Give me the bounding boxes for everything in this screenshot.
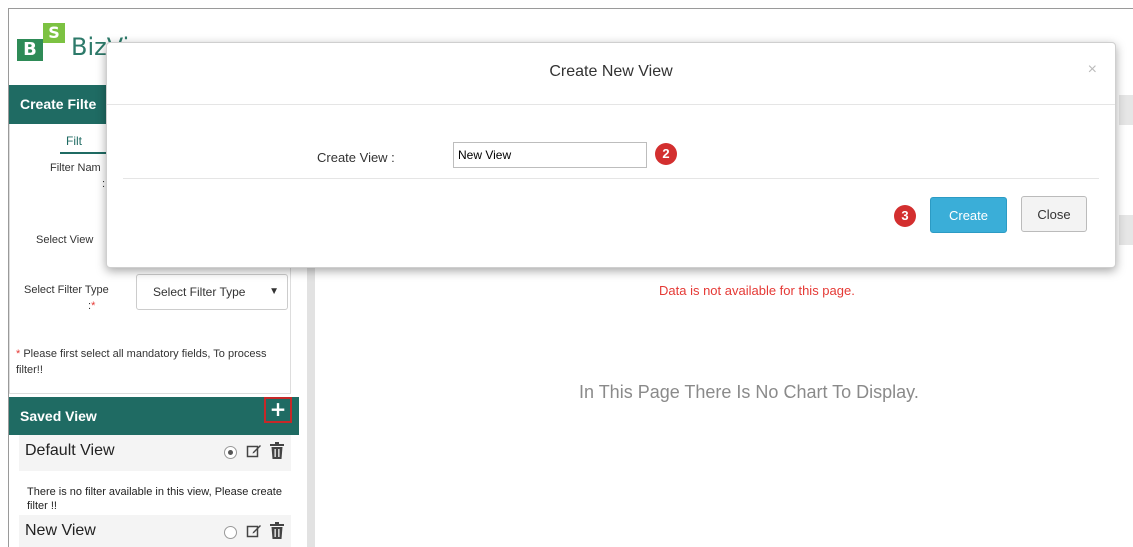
close-button[interactable]: Close — [1021, 196, 1087, 232]
toolbar-strip — [1119, 95, 1133, 125]
toolbar-strip — [1119, 215, 1133, 245]
no-chart-message: In This Page There Is No Chart To Displa… — [579, 382, 919, 402]
step-badge-2: 2 — [655, 143, 677, 165]
filter-type-select-value: Select Filter Type — [153, 285, 246, 299]
required-mark: * — [16, 348, 21, 360]
view-name-input[interactable] — [453, 142, 647, 168]
create-view-label: Create View : — [317, 150, 395, 165]
filter-type-select[interactable]: Select Filter Type ▼ — [136, 274, 288, 310]
data-unavailable-message: Data is not available for this page. — [659, 283, 855, 298]
add-view-button[interactable]: + — [264, 397, 292, 423]
logo-s-mark: S — [43, 23, 65, 43]
select-filter-type-label: Select Filter Type — [24, 284, 109, 296]
filter-name-label: Filter Nam — [50, 162, 101, 174]
mandatory-note-text: Please first select all mandatory fields… — [16, 348, 267, 376]
saved-view-row[interactable]: Default View — [19, 435, 291, 471]
radio-selected[interactable] — [224, 446, 237, 459]
create-view-modal: Create New View × Create View : 2 3 Crea… — [106, 42, 1116, 268]
edit-icon[interactable] — [246, 523, 262, 543]
step-badge-3: 3 — [894, 205, 916, 227]
filter-name-colon: : — [102, 178, 106, 190]
trash-icon[interactable] — [270, 442, 284, 463]
close-icon[interactable]: × — [1088, 61, 1097, 79]
select-filter-type-colon: :* — [88, 300, 95, 312]
view-name: New View — [25, 522, 96, 539]
view-name: Default View — [25, 442, 115, 459]
modal-divider — [123, 178, 1099, 179]
trash-icon[interactable] — [270, 522, 284, 543]
radio-unselected[interactable] — [224, 526, 237, 539]
no-filter-message: There is no filter available in this vie… — [27, 486, 282, 512]
mandatory-note: * Please first select all mandatory fiel… — [16, 346, 286, 378]
required-mark: * — [91, 300, 96, 312]
modal-header: Create New View × — [107, 43, 1115, 105]
create-button[interactable]: Create — [930, 197, 1007, 233]
saved-view-header: Saved View — [9, 397, 299, 435]
tab-filter[interactable]: Filt — [66, 134, 82, 148]
edit-icon[interactable] — [246, 443, 262, 463]
select-view-label: Select View — [36, 234, 94, 246]
modal-title: Create New View — [549, 63, 673, 80]
caret-down-icon: ▼ — [269, 286, 279, 297]
logo-b-mark: B — [17, 39, 43, 61]
saved-view-row[interactable]: New View — [19, 515, 291, 547]
